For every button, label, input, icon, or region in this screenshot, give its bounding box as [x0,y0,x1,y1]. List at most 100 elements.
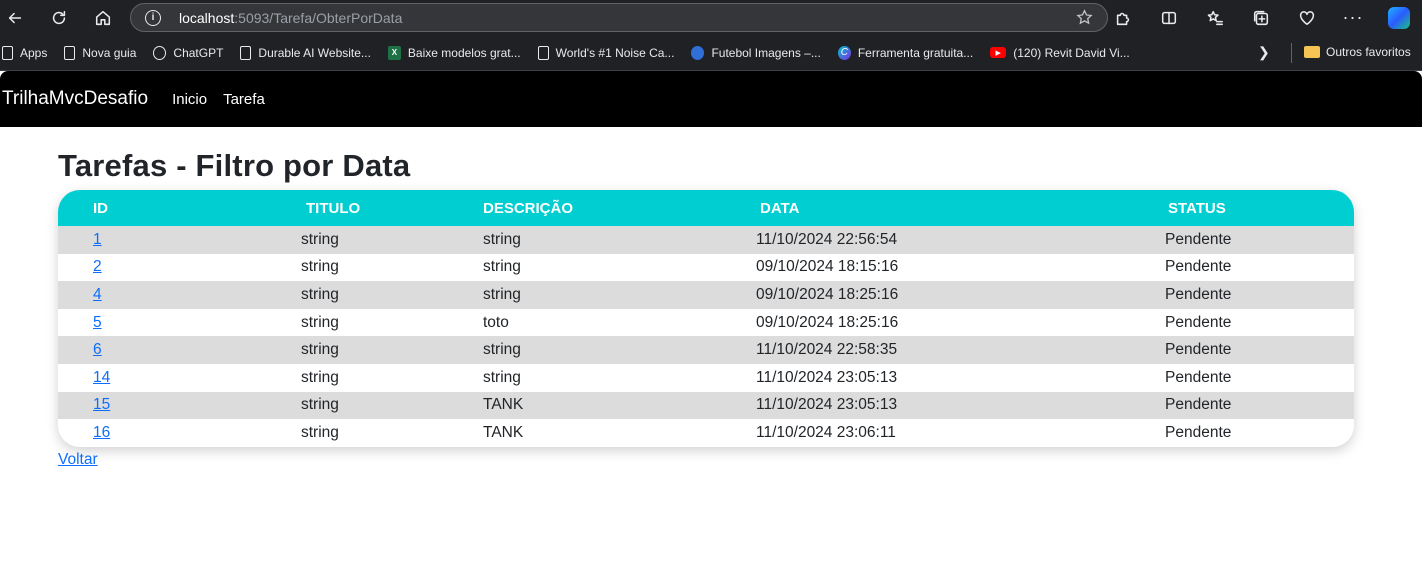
page-title: Tarefas - Filtro por Data [58,148,411,183]
back-link[interactable]: Voltar [58,451,98,469]
column-header-id: ID [93,199,108,217]
page-icon [240,45,252,60]
cell-titulo: string [301,368,339,386]
cell-status: Pendente [1165,368,1232,386]
page-icon [64,45,76,60]
bookmark-label: World's #1 Noise Ca... [555,45,675,60]
copilot-icon [1388,6,1410,29]
chevron-right-icon[interactable]: ❯ [1258,44,1270,61]
task-id-link[interactable]: 4 [93,286,102,303]
bookmark-nova-guia[interactable]: Nova guia [64,45,137,60]
table-row: 4 string string 09/10/2024 18:25:16 Pend… [58,281,1354,309]
cell-data: 09/10/2024 18:25:16 [756,313,899,331]
copilot-button[interactable] [1376,3,1422,33]
split-screen-button[interactable] [1146,3,1192,33]
cell-titulo: string [301,423,339,441]
task-id-link[interactable]: 1 [93,231,102,248]
task-id-link[interactable]: 6 [93,341,102,358]
cell-descricao: TANK [483,423,524,441]
chatgpt-icon [153,45,167,60]
info-icon[interactable]: i [145,9,161,26]
cell-descricao: string [483,258,521,276]
cell-titulo: string [301,341,339,359]
column-header-status: STATUS [1168,199,1226,217]
task-id-link[interactable]: 16 [93,424,110,441]
bookmark-label: Apps [20,45,48,60]
home-button[interactable] [88,3,118,33]
favorites-list-icon [1207,10,1223,25]
column-header-titulo: TITULO [306,199,361,217]
task-id-link[interactable]: 14 [93,369,110,386]
table-row: 2 string string 09/10/2024 18:15:16 Pend… [58,253,1354,282]
cell-status: Pendente [1165,313,1232,331]
cell-data: 11/10/2024 23:05:13 [756,368,898,386]
more-dots-icon: ··· [1342,7,1364,27]
task-id-link[interactable]: 2 [93,258,102,275]
bookmark-durable[interactable]: Durable AI Website... [240,45,371,60]
apps-page-icon [2,45,13,60]
cell-descricao: TANK [483,396,524,414]
bookmark-label: ChatGPT [173,45,224,60]
url-path: :5093/Tarefa/ObterPorData [234,9,403,26]
column-header-descricao: DESCRIÇÃO [483,199,574,217]
cell-titulo: string [301,230,339,248]
main-content: Tarefas - Filtro por Data ID TITULO DESC… [58,127,1354,469]
navbar-brand[interactable]: TrilhaMvcDesafio [2,88,148,110]
app-navbar: TrilhaMvcDesafio Inicio Tarefa [0,71,1422,127]
cell-descricao: string [483,285,521,303]
task-id-link[interactable]: 15 [93,396,110,413]
cell-status: Pendente [1165,285,1232,303]
bookmark-label: (120) Revit David Vi... [1013,45,1130,60]
bookmark-baixe-modelos[interactable]: X Baixe modelos grat... [387,45,521,60]
extensions-button[interactable] [1100,3,1146,33]
cell-descricao: toto [483,313,509,331]
bookmark-label: Ferramenta gratuita... [857,45,974,60]
bookmark-worlds-1[interactable]: World's #1 Noise Ca... [537,45,675,60]
cell-status: Pendente [1165,258,1232,276]
cell-titulo: string [301,258,339,276]
cell-descricao: string [483,341,521,359]
bookmark-revit[interactable]: ▶ (120) Revit David Vi... [990,46,1130,60]
bookmark-label: Nova guia [82,45,137,60]
bookmark-futebol[interactable]: Futebol Imagens –... [691,45,821,60]
bookmark-apps[interactable]: Apps [2,45,48,60]
bookmark-label: Futebol Imagens –... [711,45,821,60]
bookmark-label: Durable AI Website... [258,45,371,60]
url-text[interactable]: localhost:5093/Tarefa/ObterPorData [179,10,402,26]
table-row: 15 string TANK 11/10/2024 23:05:13 Pende… [58,391,1354,420]
cell-titulo: string [301,285,339,303]
cell-data: 11/10/2024 22:56:54 [756,230,898,248]
refresh-button[interactable] [44,3,74,33]
cell-data: 11/10/2024 23:05:13 [756,396,898,414]
browser-toolbar: i localhost:5093/Tarefa/ObterPorData ··· [0,0,1422,35]
health-button[interactable] [1284,3,1330,33]
more-menu-button[interactable]: ··· [1330,3,1376,33]
cell-descricao: string [483,368,521,386]
canva-icon: C [837,45,851,60]
favorites-button[interactable] [1192,3,1238,33]
excel-icon: X [387,45,401,60]
cell-status: Pendente [1165,341,1232,359]
bookmark-chatgpt[interactable]: ChatGPT [153,45,224,60]
nav-link-tarefa[interactable]: Tarefa [223,91,265,108]
cell-data: 11/10/2024 22:58:35 [756,341,898,359]
address-bar[interactable]: i localhost:5093/Tarefa/ObterPorData [130,3,1108,32]
bookmark-other-favorites[interactable]: Outros favoritos [1304,45,1411,59]
other-favorites-label: Outros favoritos [1326,45,1411,59]
arrow-left-icon [8,12,22,23]
bookmark-ferramenta[interactable]: C Ferramenta gratuita... [837,45,974,60]
collections-button[interactable] [1238,3,1284,33]
task-id-link[interactable]: 5 [93,314,102,331]
ball-icon [691,45,705,60]
nav-link-inicio[interactable]: Inicio [172,91,207,108]
favorite-star-icon[interactable] [1076,9,1093,31]
bookmarks-divider [1291,43,1292,63]
cell-data: 09/10/2024 18:15:16 [756,258,899,276]
bookmark-label: Baixe modelos grat... [407,45,521,60]
table-row: 16 string TANK 11/10/2024 23:06:11 Pende… [58,419,1354,447]
collections-icon [1253,10,1269,25]
puzzle-icon [1116,12,1130,25]
table-row: 5 string toto 09/10/2024 18:25:16 Penden… [58,308,1354,337]
youtube-icon: ▶ [990,47,1007,58]
back-button[interactable] [0,3,30,33]
